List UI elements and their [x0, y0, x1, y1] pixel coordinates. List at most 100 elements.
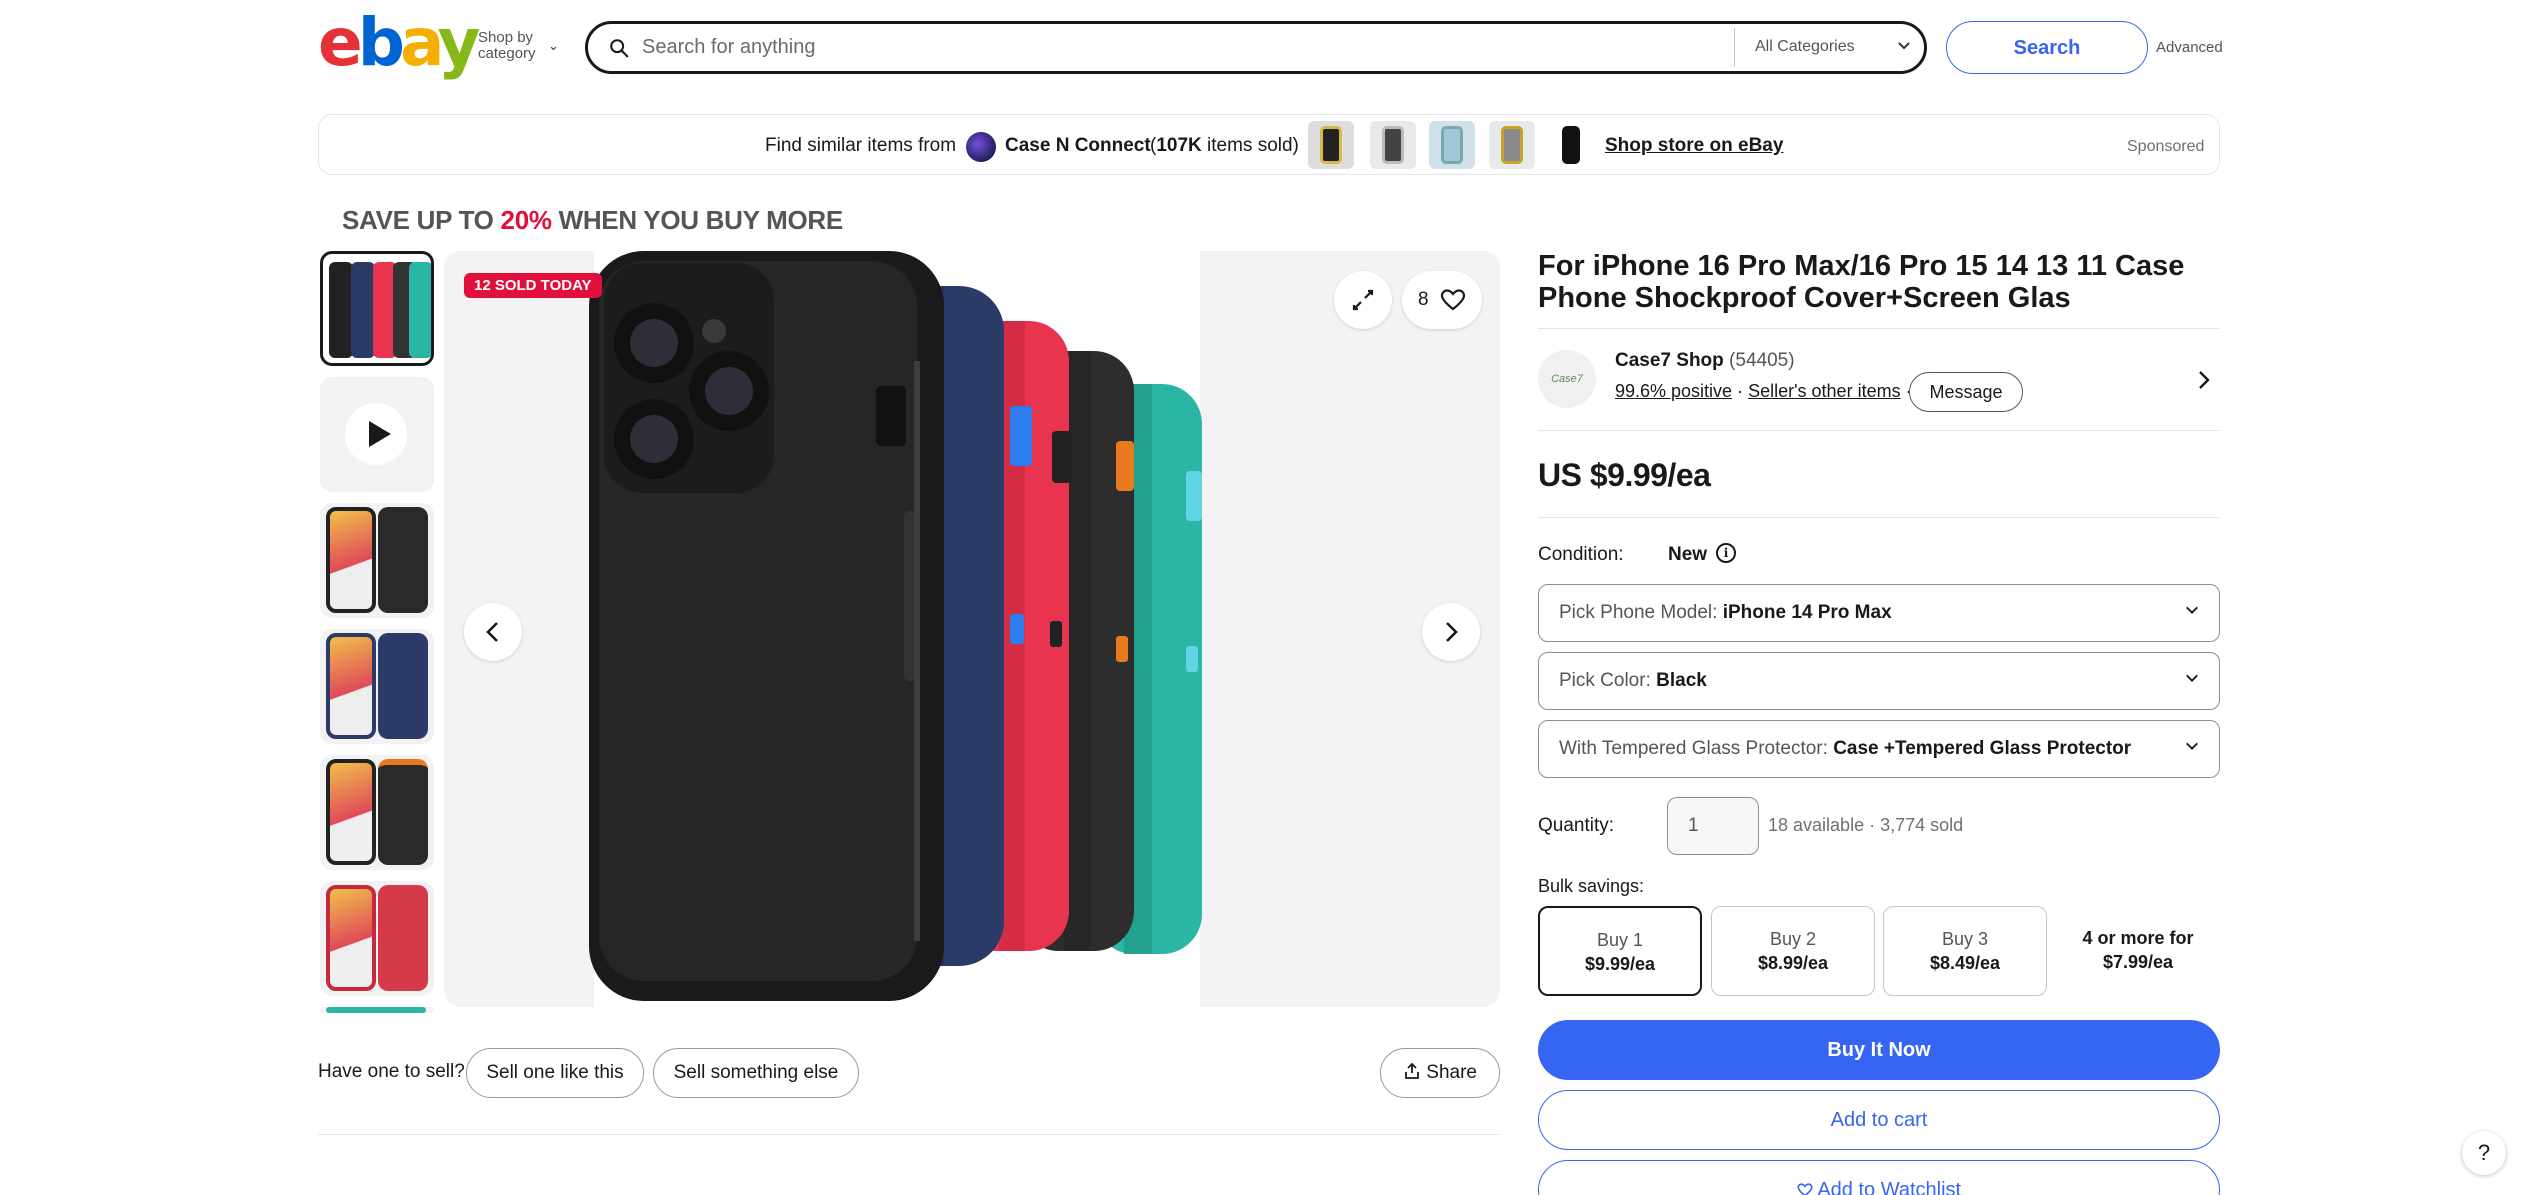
gallery-thumb-video[interactable]	[320, 377, 434, 492]
expand-icon	[1352, 289, 1374, 311]
sell-something-else-button[interactable]: Sell something else	[653, 1048, 859, 1098]
option-label: With Tempered Glass Protector:	[1559, 738, 1834, 759]
add-to-cart-button[interactable]: Add to cart	[1538, 1090, 2220, 1150]
chevron-right-icon[interactable]	[2194, 368, 2214, 392]
divider	[1538, 517, 2220, 518]
chevron-down-icon	[2186, 742, 2198, 750]
search-bar: All Categories	[585, 21, 1927, 74]
share-button[interactable]: Share	[1380, 1048, 1500, 1098]
store-logo[interactable]	[966, 132, 996, 162]
watchlist-label: Add to Watchlist	[1817, 1178, 1962, 1195]
bulk-savings-label: Bulk savings:	[1538, 876, 1645, 896]
tier-price: $7.99/ea	[2102, 952, 2174, 972]
thumb-phone-back	[378, 759, 428, 865]
bulk-tier-2[interactable]: Buy 2 $8.99/ea	[1711, 906, 1875, 996]
gallery-thumb-5[interactable]	[320, 755, 434, 870]
store-item-thumb[interactable]	[1308, 121, 1354, 169]
thumb-phone-front	[326, 759, 376, 865]
shop-store-link[interactable]: Shop store on eBay	[1605, 135, 1783, 157]
phone-model-select[interactable]: Pick Phone Model: iPhone 14 Pro Max	[1538, 584, 2220, 642]
heart-icon	[1797, 1182, 1813, 1195]
tier-price: $8.49/ea	[1929, 953, 2001, 973]
header: ebay Shop by category ⌄ All Categories S…	[0, 0, 2537, 100]
tier-qty: Buy 2	[1769, 929, 1817, 949]
product-title: For iPhone 16 Pro Max/16 Pro 15 14 13 11…	[1538, 250, 2185, 314]
thumb-phone-back	[378, 885, 428, 991]
store-item-thumb[interactable]	[1548, 121, 1594, 169]
chevron-down-icon	[2186, 606, 2198, 614]
divider	[1538, 328, 2220, 329]
tier-qty: Buy 1	[1596, 930, 1644, 950]
category-select-value: All Categories	[1755, 38, 1855, 55]
divider	[318, 1134, 1500, 1135]
price: US $9.99/ea	[1538, 457, 1711, 493]
thumb-case	[329, 262, 353, 358]
seller-positive-link[interactable]: 99.6% positive	[1615, 381, 1732, 401]
seller-name[interactable]: Case7 Shop (54405)	[1615, 350, 1795, 372]
gallery-thumb-4[interactable]	[320, 629, 434, 744]
shop-by-label-line1: Shop by	[478, 29, 534, 46]
thumb-case	[409, 262, 431, 358]
seller-avatar[interactable]: Case7	[1538, 350, 1596, 408]
tier-qty: Buy 3	[1941, 929, 1989, 949]
search-button[interactable]: Search	[1946, 21, 2148, 74]
tier-qty: 4 or more for	[2082, 928, 2194, 948]
share-icon	[1405, 1062, 1419, 1079]
bulk-tier-3[interactable]: Buy 3 $8.49/ea	[1883, 906, 2047, 996]
sell-one-like-this-button[interactable]: Sell one like this	[466, 1048, 644, 1098]
find-similar-label: Find similar items from	[765, 135, 957, 156]
quantity-label: Quantity:	[1538, 815, 1615, 836]
ebay-logo[interactable]: ebay	[318, 10, 481, 76]
next-image-button[interactable]	[1422, 603, 1480, 661]
sold-today-badge: 12 SOLD TODAY	[464, 273, 602, 298]
condition-value: New	[1668, 544, 1708, 565]
watch-count-button[interactable]: 8	[1402, 271, 1482, 329]
watch-count: 8	[1418, 289, 1429, 310]
quantity-input[interactable]: 1	[1667, 797, 1759, 855]
seller-feedback: 99.6% positive · Seller's other items ·	[1615, 381, 1912, 401]
option-value: Black	[1656, 670, 1707, 691]
option-value: Case +Tempered Glass Protector	[1833, 738, 2132, 759]
sell-question: Have one to sell?	[318, 1061, 465, 1082]
store-item-thumb[interactable]	[1489, 121, 1535, 169]
option-label: Pick Phone Model:	[1559, 602, 1723, 623]
search-icon	[610, 39, 629, 58]
main-product-image[interactable]: 12 SOLD TODAY 8	[444, 251, 1500, 1007]
glass-protector-select[interactable]: With Tempered Glass Protector: Case +Tem…	[1538, 720, 2220, 778]
bulk-tier-1[interactable]: Buy 1 $9.99/ea	[1538, 906, 1702, 996]
info-icon[interactable]: i	[1716, 543, 1736, 563]
store-item-thumb[interactable]	[1429, 121, 1475, 169]
color-select[interactable]: Pick Color: Black	[1538, 652, 2220, 710]
thumb-phone-back	[378, 507, 428, 613]
option-label: Pick Color:	[1559, 670, 1657, 691]
chevron-down-icon: ⌄	[548, 38, 559, 53]
tier-price: $8.99/ea	[1757, 953, 1829, 973]
advanced-search-link[interactable]: Advanced	[2156, 39, 2223, 56]
gallery-thumb-3[interactable]	[320, 503, 434, 618]
bulk-tier-4: 4 or more for $7.99/ea	[2056, 906, 2220, 996]
buy-it-now-button[interactable]: Buy It Now	[1538, 1020, 2220, 1080]
store-item-thumb[interactable]	[1370, 121, 1416, 169]
gallery-thumb-1[interactable]	[320, 251, 434, 366]
tier-price: $9.99/ea	[1584, 954, 1656, 974]
shop-by-label-line2: category	[478, 45, 536, 62]
gallery-thumb-7[interactable]	[320, 1007, 434, 1013]
play-icon	[345, 403, 407, 465]
search-input[interactable]	[642, 32, 1702, 63]
chevron-down-icon	[2186, 674, 2198, 682]
phone-cases-image	[589, 251, 1202, 1007]
add-to-watchlist-button[interactable]: Add to Watchlist	[1538, 1160, 2220, 1195]
chevron-down-icon	[1898, 42, 1910, 50]
expand-button[interactable]	[1334, 271, 1392, 329]
help-button[interactable]: ?	[2462, 1131, 2506, 1175]
bulk-promo-heading: SAVE UP TO 20% WHEN YOU BUY MORE	[342, 205, 843, 235]
seller-other-items-link[interactable]: Seller's other items	[1748, 381, 1901, 401]
category-select[interactable]: All Categories	[1734, 28, 1924, 67]
store-name[interactable]: Case N Connect	[1005, 135, 1151, 157]
chevron-left-icon	[486, 622, 498, 642]
store-sold-count: (107K items sold)	[1150, 135, 1299, 156]
gallery-thumb-6[interactable]	[320, 881, 434, 996]
message-seller-button[interactable]: Message	[1909, 372, 2023, 412]
previous-image-button[interactable]	[464, 603, 522, 661]
shop-by-category-button[interactable]: Shop by category ⌄	[478, 29, 559, 62]
